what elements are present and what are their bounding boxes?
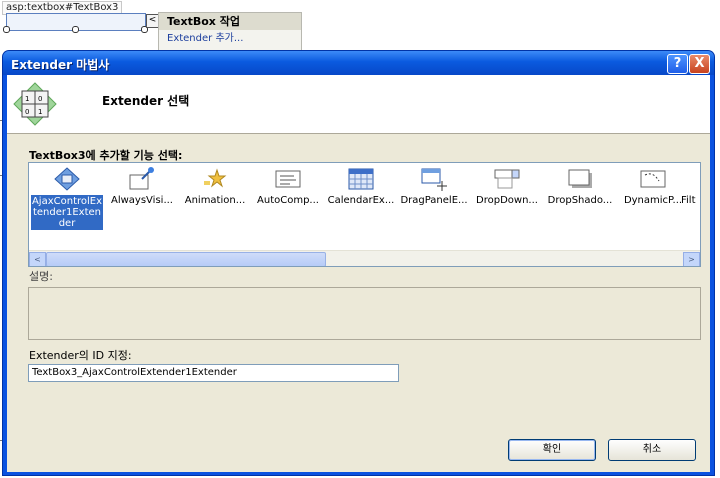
extender-item[interactable]: AutoComp... <box>252 163 324 206</box>
scrollbar-thumb[interactable] <box>46 252 326 266</box>
extender-item[interactable]: DropShado... <box>544 163 616 206</box>
ajax-control-icon <box>54 167 80 191</box>
extender-item[interactable]: DynamicP... <box>617 163 689 206</box>
scroll-right-button[interactable]: > <box>683 252 700 266</box>
title-bar[interactable]: Extender 마법사 ? X <box>3 51 714 75</box>
dropdown-icon <box>494 169 520 189</box>
extender-id-input[interactable]: TextBox3_AjaxControlExtender1Extender <box>28 364 399 382</box>
resize-handle[interactable] <box>3 26 10 33</box>
resize-handle[interactable] <box>72 26 79 33</box>
list-box-icon <box>275 170 301 188</box>
textbox-tasks-panel: TextBox 작업 Extender 추가... <box>158 12 302 51</box>
svg-text:0: 0 <box>38 95 42 103</box>
description-label: 설명: <box>29 270 53 283</box>
wizard-header: 1 0 0 1 Extender 선택 <box>7 75 710 134</box>
ruler-tick <box>0 120 2 121</box>
extender-item[interactable]: AlwaysVisi... <box>106 163 178 206</box>
cancel-button[interactable]: 취소 <box>608 439 696 461</box>
ruler-tick <box>0 440 2 441</box>
svg-text:0: 0 <box>25 108 29 116</box>
extender-wizard-dialog: Extender 마법사 ? X 1 0 0 1 Extender 선택 Tex… <box>3 51 714 475</box>
extender-item-label: Filt <box>681 195 696 206</box>
help-button[interactable]: ? <box>667 54 688 74</box>
scroll-left-button[interactable]: < <box>29 252 46 266</box>
extender-item-label: CalendarEx... <box>327 195 395 206</box>
add-extender-link[interactable]: Extender 추가... <box>159 30 301 48</box>
extender-item-label: AutoComp... <box>257 195 319 206</box>
dynamic-populate-icon <box>640 170 666 188</box>
extender-item[interactable]: Animation... <box>179 163 251 206</box>
stars-icon <box>204 168 227 188</box>
close-button[interactable]: X <box>689 54 710 74</box>
wizard-step-title: Extender 선택 <box>102 94 190 108</box>
drag-panel-icon <box>421 168 447 191</box>
extender-list[interactable]: AjaxControlExtender1Extender AlwaysVisi.… <box>28 162 701 267</box>
extender-item[interactable]: DragPanelE... <box>398 163 470 206</box>
tasks-panel-header: TextBox 작업 <box>159 13 301 30</box>
ruler-tick <box>0 175 2 176</box>
drop-shadow-icon <box>568 169 592 188</box>
pin-icon <box>129 167 154 190</box>
svg-text:1: 1 <box>25 95 29 103</box>
dialog-client-area: 1 0 0 1 Extender 선택 TextBox3에 추가할 기능 선택:… <box>7 75 710 472</box>
extender-id-label: Extender의 ID 지정: <box>29 349 132 362</box>
extender-item-label: DragPanelE... <box>400 195 468 206</box>
extender-item[interactable]: AjaxControlExtender1Extender <box>31 163 103 230</box>
extender-item[interactable]: Filt <box>681 163 700 206</box>
horizontal-scrollbar[interactable]: < > <box>29 250 700 266</box>
svg-text:1: 1 <box>38 108 42 116</box>
extender-item-label: DropDown... <box>476 195 538 206</box>
dialog-title: Extender 마법사 <box>11 58 110 72</box>
extender-item-label: AlwaysVisi... <box>111 195 173 206</box>
calendar-icon <box>348 168 374 190</box>
extender-item-label: DynamicP... <box>623 195 683 206</box>
description-box <box>28 287 701 340</box>
ok-button[interactable]: 확인 <box>508 439 596 461</box>
wizard-grid-icon: 1 0 0 1 <box>13 82 57 126</box>
extender-item[interactable]: CalendarEx... <box>325 163 397 206</box>
extender-list-label: TextBox3에 추가할 기능 선택: <box>29 149 183 162</box>
extender-item[interactable]: DropDown... <box>471 163 543 206</box>
extender-item-label: AjaxControlExtender1Extender <box>31 195 103 230</box>
extender-item-label: DropShado... <box>547 195 613 206</box>
extender-item-label: Animation... <box>184 195 246 206</box>
